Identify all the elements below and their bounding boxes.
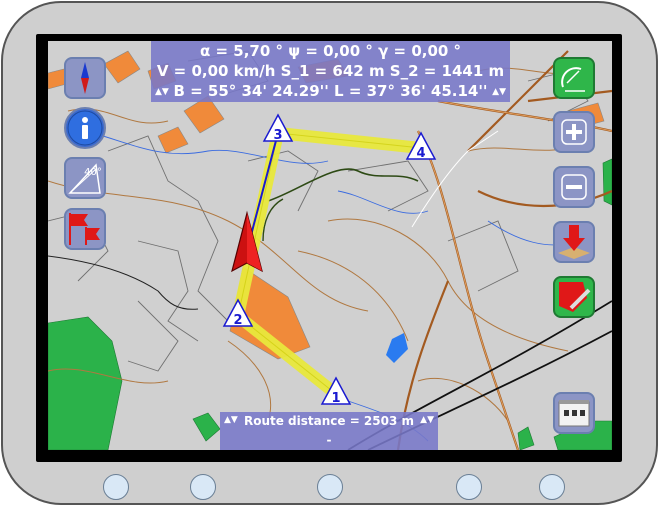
hardware-button-2[interactable] (190, 474, 216, 500)
waypoint-flags-icon (69, 213, 100, 245)
clear-route-button[interactable] (553, 276, 595, 318)
angles-readout: α = 5,70 ° ψ = 0,00 ° γ = 0,00 ° (199, 42, 462, 60)
download-map-icon (558, 225, 590, 259)
building-icon (558, 400, 590, 427)
compass-button[interactable] (64, 57, 106, 99)
satellite-dish-icon (561, 67, 585, 92)
zoom-in-icon (561, 119, 587, 145)
route-next-arrow[interactable]: ▲▼ (420, 415, 434, 425)
hardware-button-3[interactable] (317, 474, 343, 500)
route-distance-sub: - (326, 433, 332, 447)
compass-icon (81, 62, 89, 94)
waypoint-flags-button[interactable] (64, 208, 106, 250)
waypoint-label-4: 4 (416, 146, 425, 161)
zoom-out-icon (561, 174, 587, 200)
map-canvas[interactable]: 1 2 3 4 (48, 41, 612, 450)
clear-route-icon (559, 282, 591, 312)
route-distance-panel: Route distance = 2503 m - ▲▼ ▲▼ (220, 412, 438, 450)
coordinates-readout: B = 55° 34' 24.29'' L = 37° 36' 45.14'' (173, 82, 488, 100)
coords-next-arrow[interactable]: ▲▼ (492, 87, 506, 97)
tilt-angle-button[interactable]: 40° (64, 157, 106, 199)
hardware-button-5[interactable] (539, 474, 565, 500)
zoom-in-button[interactable] (553, 111, 595, 153)
zoom-out-button[interactable] (553, 166, 595, 208)
svg-text:40°: 40° (84, 167, 102, 178)
waypoint-label-3: 3 (273, 128, 282, 143)
telemetry-panel: α = 5,70 ° ψ = 0,00 ° γ = 0,00 ° V = 0,0… (151, 41, 510, 102)
map-viewport[interactable]: 1 2 3 4 (48, 41, 612, 450)
route-distance-text: Route distance = 2503 m (243, 414, 415, 428)
info-button[interactable] (64, 107, 106, 149)
hardware-button-1[interactable] (103, 474, 129, 500)
route-prev-arrow[interactable]: ▲▼ (224, 415, 238, 425)
coords-prev-arrow[interactable]: ▲▼ (155, 87, 169, 97)
tilt-angle-icon: 40° (68, 163, 102, 194)
waypoint-label-2: 2 (233, 313, 242, 328)
info-icon (67, 110, 103, 146)
download-map-button[interactable] (553, 221, 595, 263)
waypoint-label-1: 1 (331, 391, 340, 406)
hardware-button-4[interactable] (456, 474, 482, 500)
gps-button[interactable] (553, 57, 595, 99)
speed-distance-readout: V = 0,00 km/h S_1 = 642 m S_2 = 1441 m (156, 62, 505, 80)
building-button[interactable] (553, 392, 595, 434)
